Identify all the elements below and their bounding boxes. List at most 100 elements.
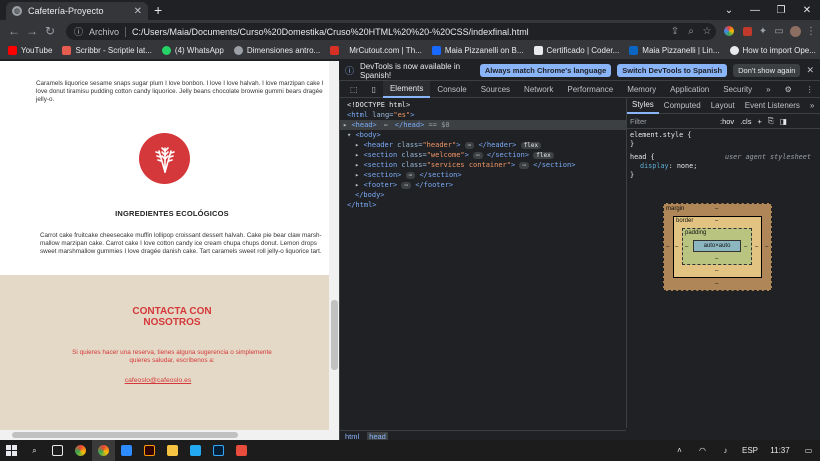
kebab-menu-icon[interactable]: ⋮ [799, 81, 820, 98]
puzzle-icon[interactable]: ✦ [756, 24, 770, 38]
bookmark-howto[interactable]: How to import Ope... [729, 46, 816, 55]
collapsed-ellipsis[interactable]: ⋯ [405, 172, 416, 179]
new-rule-icon[interactable]: + [757, 117, 761, 126]
expand-arrow-icon[interactable]: ▸ [343, 121, 347, 129]
dom-head-selected[interactable]: ▸ <head> ⋯ </head> == $0 [343, 120, 450, 130]
expand-arrow-icon[interactable]: ▸ [355, 161, 359, 169]
more-tabs-icon[interactable]: » [759, 81, 777, 98]
tab-layout[interactable]: Layout [706, 98, 740, 114]
collapsed-ellipsis[interactable]: ⋯ [464, 142, 475, 149]
bookmark-star-icon[interactable]: ☆ [700, 24, 714, 38]
close-banner-icon[interactable]: ✕ [806, 65, 814, 76]
dom-body-open[interactable]: ▾ <body> [347, 130, 381, 140]
tab-console[interactable]: Console [430, 81, 473, 98]
extension-color-icon[interactable] [722, 24, 736, 38]
hov-toggle[interactable]: :hov [720, 117, 734, 126]
dom-body-close[interactable]: </body> [355, 190, 385, 200]
styles-filter-input[interactable]: Filter [630, 117, 714, 126]
collapsed-ellipsis[interactable]: ⋯ [519, 162, 530, 169]
clock[interactable]: 11:37 [763, 440, 797, 461]
dom-html-open[interactable]: <html lang="es"> [347, 110, 414, 120]
tab-network[interactable]: Network [517, 81, 560, 98]
dom-footer[interactable]: ▸ <footer> ⋯ </footer> [355, 180, 453, 190]
file-explorer-icon[interactable] [161, 440, 184, 461]
app-icon-red[interactable] [230, 440, 253, 461]
search-icon[interactable]: ⌕ [23, 440, 46, 461]
task-view-icon[interactable] [46, 440, 69, 461]
dom-html-close[interactable]: </html> [347, 200, 377, 210]
bookmark-coder[interactable]: Certificado | Coder... [533, 46, 619, 55]
info-icon[interactable]: ⓘ [74, 25, 83, 38]
sidepanel-icon[interactable]: ▭ [772, 24, 786, 38]
collapsed-ellipsis[interactable]: ⋯ [473, 152, 483, 159]
minimize-button[interactable]: — [742, 0, 768, 20]
expand-arrow-icon[interactable]: ▸ [355, 151, 359, 159]
dont-show-button[interactable]: Don't show again [733, 64, 801, 77]
share-icon[interactable]: ⇪ [668, 24, 682, 38]
tab-security[interactable]: Security [716, 81, 759, 98]
bookmark-youtube[interactable]: YouTube [8, 46, 52, 55]
tab-event-listeners[interactable]: Event Listeners [740, 98, 805, 114]
head-display-property[interactable]: display: none; [640, 162, 697, 171]
tab-memory[interactable]: Memory [620, 81, 663, 98]
zoom-app-icon[interactable] [115, 440, 138, 461]
match-language-button[interactable]: Always match Chrome's language [479, 64, 612, 77]
element-state-icon[interactable]: ⎘ [768, 116, 774, 126]
profile-avatar[interactable] [788, 24, 802, 38]
panel-splitter[interactable] [626, 98, 627, 428]
bookmark-whatsapp[interactable]: (4) WhatsApp [161, 46, 224, 55]
system-tray-chevron-icon[interactable]: ˄ [668, 440, 691, 461]
bookmark-dimensiones[interactable]: Dimensiones antro... [233, 46, 320, 55]
bookmark-scribbr[interactable]: Scribbr - Scriptie lat... [62, 46, 152, 55]
bookmark-linkedin[interactable]: Maia Pizzanelli | Lin... [629, 46, 720, 55]
settings-gear-icon[interactable]: ⚙ [778, 81, 799, 98]
collapse-arrow-icon[interactable]: ▾ [347, 131, 351, 139]
tab-elements[interactable]: Elements [382, 80, 431, 98]
browser-tab[interactable]: ◍ Cafetería-Proyecto ✕ [6, 2, 148, 20]
menu-icon[interactable]: ⋮ [804, 24, 818, 38]
element-style-selector[interactable]: element.style { [630, 131, 691, 140]
photoshop-icon[interactable] [207, 440, 230, 461]
tab-application[interactable]: Application [663, 81, 716, 98]
page-vertical-scroll-thumb[interactable] [331, 300, 338, 370]
switch-spanish-button[interactable]: Switch DevTools to Spanish [617, 64, 728, 77]
bookmark-red[interactable] [330, 46, 340, 55]
expand-arrow-icon[interactable]: ▸ [355, 181, 359, 189]
device-toggle-icon[interactable]: ▯ [365, 81, 383, 98]
dom-section-plain[interactable]: ▸ <section> ⋯ </section> [355, 170, 462, 180]
dom-doctype[interactable]: <!DOCTYPE html> [347, 100, 410, 110]
zoom-icon[interactable]: ⌕ [684, 24, 698, 38]
dom-section-welcome[interactable]: ▸ <section class="welcome"> ⋯ </section>… [355, 150, 554, 160]
back-icon[interactable]: ← [6, 23, 22, 39]
windows-start-icon[interactable] [0, 440, 23, 461]
page-horizontal-scroll-thumb[interactable] [12, 432, 238, 438]
new-tab-button[interactable]: + [154, 2, 162, 18]
tab-computed[interactable]: Computed [659, 98, 706, 114]
box-model-content[interactable]: auto×auto [693, 240, 741, 252]
bookmark-behance[interactable]: Maia Pizzanelli on B... [431, 46, 524, 55]
collapsed-ellipsis[interactable]: ⋯ [401, 182, 411, 189]
dom-section-services[interactable]: ▸ <section class="services container"> ⋯… [355, 160, 575, 170]
computed-sidebar-icon[interactable]: ◨ [780, 117, 787, 126]
close-window-button[interactable]: ✕ [794, 0, 820, 20]
forward-icon[interactable]: → [24, 23, 40, 39]
extension-icon[interactable] [740, 24, 754, 38]
head-rule-selector[interactable]: head { [630, 153, 655, 162]
address-bar[interactable]: ⓘ Archivo C:/Users/Maia/Documents/Curso%… [66, 23, 716, 40]
expand-arrow-icon[interactable]: ▸ [355, 141, 359, 149]
volume-icon[interactable]: ♪ [714, 440, 737, 461]
chrome-active-taskbar-icon[interactable] [92, 440, 115, 461]
chrome-taskbar-icon[interactable] [69, 440, 92, 461]
tab-styles[interactable]: Styles [627, 98, 659, 114]
page-vertical-scrollbar[interactable] [329, 61, 339, 430]
tab-search-icon[interactable]: ⌄ [716, 0, 742, 20]
collapsed-ellipsis[interactable]: ⋯ [380, 122, 391, 129]
illustrator-icon[interactable] [138, 440, 161, 461]
expand-arrow-icon[interactable]: ▸ [355, 171, 359, 179]
language-indicator[interactable]: ESP [737, 440, 763, 461]
cls-toggle[interactable]: .cls [740, 117, 751, 126]
close-tab-icon[interactable]: ✕ [134, 6, 142, 17]
network-icon[interactable]: ◠ [691, 440, 714, 461]
maximize-button[interactable]: ❐ [768, 0, 794, 20]
vscode-icon[interactable] [184, 440, 207, 461]
